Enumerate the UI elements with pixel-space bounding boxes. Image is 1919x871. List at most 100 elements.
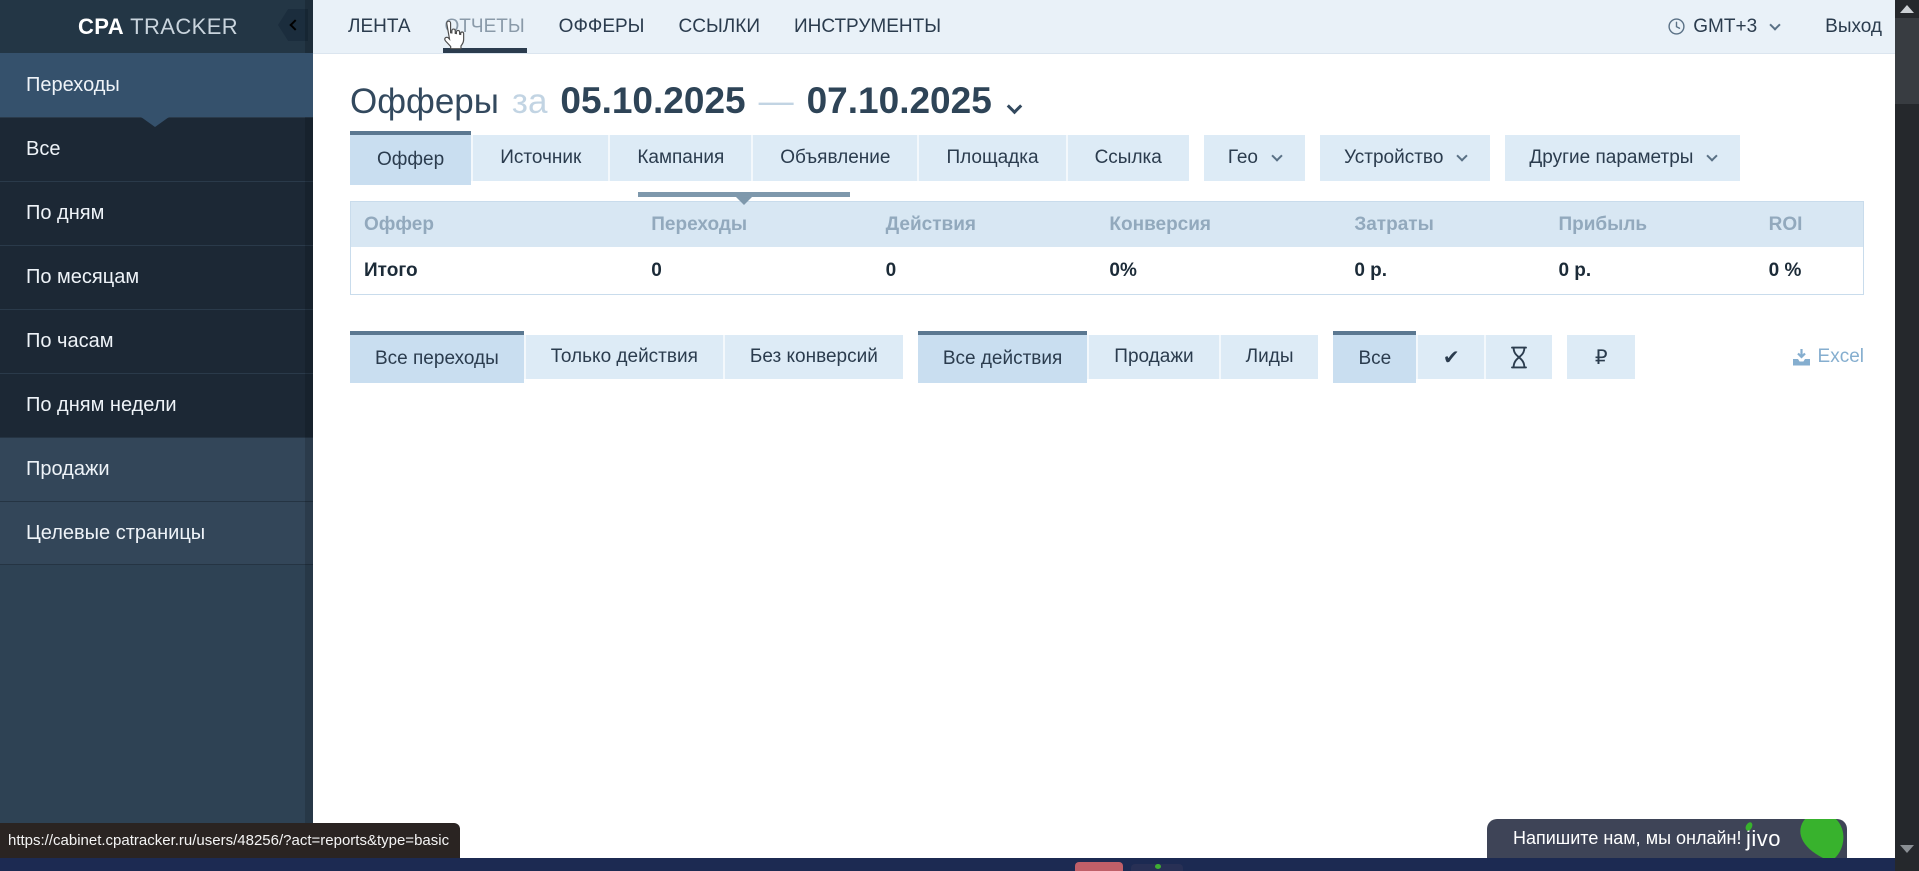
totals-cell-transitions: 0: [638, 260, 872, 282]
dimension-tabs-row: ОфферИсточникКампанияОбъявлениеПлощадкаС…: [350, 130, 1864, 186]
topbar-right: GMT+3 Выход: [1668, 0, 1895, 53]
tab-campaign[interactable]: Кампания: [608, 135, 751, 181]
dropdown-device[interactable]: Устройство: [1320, 135, 1490, 181]
column-header-conversion[interactable]: Конверсия: [1096, 214, 1341, 236]
report-table: ОфферПереходыДействияКонверсияЗатратыПри…: [350, 201, 1864, 295]
nav-item-tools[interactable]: ИНСТРУМЕНТЫ: [792, 0, 943, 53]
filter-all-transitions-button[interactable]: Все переходы: [350, 331, 524, 383]
sidebar-item-by-months[interactable]: По месяцам: [0, 245, 313, 309]
dropdown-geo[interactable]: Гео: [1204, 135, 1305, 181]
sidebar-item-by-hours[interactable]: По часам: [0, 309, 313, 373]
tab-source[interactable]: Источник: [471, 135, 608, 181]
logout-link[interactable]: Выход: [1825, 16, 1882, 38]
topbar: ЛЕНТА ОТЧЕТЫ ОФФЕРЫ ССЫЛКИ ИНСТРУМЕНТЫ GMT+3…: [313, 0, 1895, 54]
nav-item-reports[interactable]: ОТЧЕТЫ: [443, 0, 527, 53]
table-header-row: ОфферПереходыДействияКонверсияЗатратыПри…: [351, 202, 1863, 247]
filter-all-button[interactable]: Все: [1333, 331, 1416, 383]
totals-cell-profit: 0 р.: [1545, 260, 1755, 282]
filter-approved-button[interactable]: ✔: [1416, 335, 1484, 379]
table-totals-row: Итого000%0 р.0 р.0 %: [351, 247, 1863, 294]
clock-icon: [1668, 18, 1685, 35]
totals-cell-offer: Итого: [351, 260, 638, 282]
hourglass-icon: [1510, 346, 1528, 369]
filter-leads-button[interactable]: Лиды: [1219, 335, 1319, 379]
chevron-down-icon: [1707, 150, 1718, 161]
taskbar-app-icon-2[interactable]: [1131, 864, 1183, 871]
browser-status-url: https://cabinet.cpatracker.ru/users/4825…: [0, 823, 460, 858]
totals-cell-costs: 0 р.: [1341, 260, 1545, 282]
sidebar-item-landing-pages[interactable]: Целевые страницы: [0, 501, 313, 565]
filter-group-traffic: Все переходыТолько действияБез конверсий: [350, 331, 903, 383]
green-dot-icon: [1155, 864, 1161, 869]
totals-cell-roi: 0 %: [1756, 260, 1863, 282]
filter-ruble-button[interactable]: ₽: [1567, 335, 1635, 379]
scroll-down-arrow-icon[interactable]: [1900, 845, 1914, 853]
nav-item-offers[interactable]: ОФФЕРЫ: [557, 0, 647, 53]
scrollbar-thumb[interactable]: [1895, 18, 1919, 104]
tab-link[interactable]: Ссылка: [1066, 135, 1189, 181]
taskbar: [0, 858, 1895, 871]
nav-item-links[interactable]: ССЫЛКИ: [677, 0, 762, 53]
download-icon: [1793, 349, 1810, 366]
excel-export-link[interactable]: Excel: [1793, 346, 1864, 368]
filter-all-actions-button[interactable]: Все действия: [918, 331, 1087, 383]
chevron-down-icon: [1457, 150, 1468, 161]
tab-platform[interactable]: Площадка: [917, 135, 1065, 181]
top-nav: ЛЕНТА ОТЧЕТЫ ОФФЕРЫ ССЫЛКИ ИНСТРУМЕНТЫ: [346, 0, 943, 53]
column-header-transitions[interactable]: Переходы: [638, 214, 872, 236]
vertical-scrollbar[interactable]: [1895, 0, 1919, 871]
filter-only-actions-button[interactable]: Только действия: [524, 335, 723, 379]
column-header-offer[interactable]: Оффер: [351, 214, 638, 236]
report-table-wrap: ОфферПереходыДействияКонверсияЗатратыПри…: [350, 201, 1864, 295]
sidebar-menu: ПереходыВсеПо днямПо месяцамПо часамПо д…: [0, 53, 313, 565]
timezone-selector[interactable]: GMT+3: [1668, 16, 1779, 38]
filter-group-actions: Все действияПродажиЛиды: [918, 331, 1319, 383]
report-name: Офферы: [350, 82, 499, 122]
logo-bold: CPA: [78, 14, 124, 39]
column-header-costs[interactable]: Затраты: [1341, 214, 1545, 236]
main-content: Офферы за 05.10.2025 — 07.10.2025 ОфферИ…: [313, 54, 1895, 858]
column-header-roi[interactable]: ROI: [1756, 214, 1863, 236]
filter-sales-button[interactable]: Продажи: [1087, 335, 1218, 379]
sidebar-item-by-days[interactable]: По дням: [0, 181, 313, 245]
filters-row: Все переходыТолько действияБез конверсий…: [350, 331, 1864, 383]
chevron-left-icon: [289, 19, 300, 30]
filter-group-currency: ₽: [1567, 335, 1635, 379]
dimension-dropdowns: Гео Устройство Другие параметры: [1189, 135, 1741, 181]
jivo-leaf-icon: [1789, 819, 1847, 858]
tab-ad[interactable]: Объявление: [751, 135, 917, 181]
chat-widget[interactable]: Напишите нам, мы онлайн! jivo: [1487, 819, 1847, 858]
chevron-down-icon: [1769, 19, 1780, 30]
dropdown-geo-label: Гео: [1228, 147, 1258, 169]
sort-indicator[interactable]: [638, 192, 851, 197]
chat-message: Напишите нам, мы онлайн!: [1513, 828, 1741, 849]
sidebar-item-sales[interactable]: Продажи: [0, 437, 313, 501]
report-preposition: за: [512, 82, 548, 122]
column-header-actions[interactable]: Действия: [873, 214, 1097, 236]
filter-pending-button[interactable]: [1484, 335, 1552, 379]
filter-groups: Все переходыТолько действияБез конверсий…: [350, 331, 1650, 383]
sidebar-collapse-button[interactable]: [278, 9, 308, 41]
sidebar-item-transitions[interactable]: Переходы: [0, 53, 313, 117]
chevron-down-icon: [1271, 150, 1282, 161]
totals-cell-conversion: 0%: [1096, 260, 1341, 282]
excel-label: Excel: [1818, 346, 1864, 368]
sidebar: CPA TRACKER ПереходыВсеПо днямПо месяцам…: [0, 0, 313, 871]
app-logo: CPA TRACKER: [78, 14, 238, 40]
dropdown-other-params[interactable]: Другие параметры: [1505, 135, 1740, 181]
date-from[interactable]: 05.10.2025: [560, 80, 745, 122]
logo-rest: TRACKER: [124, 14, 238, 39]
sidebar-item-by-weekdays[interactable]: По дням недели: [0, 373, 313, 437]
sidebar-header: CPA TRACKER: [0, 0, 313, 53]
scroll-up-arrow-icon[interactable]: [1900, 5, 1914, 13]
date-to[interactable]: 07.10.2025: [807, 80, 992, 122]
column-header-profit[interactable]: Прибыль: [1545, 214, 1755, 236]
totals-cell-actions: 0: [873, 260, 1097, 282]
jivo-brand-text: jivo: [1746, 826, 1781, 851]
date-range-chevron-icon[interactable]: [1007, 98, 1023, 114]
filter-no-conversions-button[interactable]: Без конверсий: [723, 335, 903, 379]
nav-item-feed[interactable]: ЛЕНТА: [346, 0, 413, 53]
tab-offer[interactable]: Оффер: [350, 131, 471, 185]
taskbar-app-icon[interactable]: [1075, 862, 1123, 871]
dropdown-device-label: Устройство: [1344, 147, 1443, 169]
